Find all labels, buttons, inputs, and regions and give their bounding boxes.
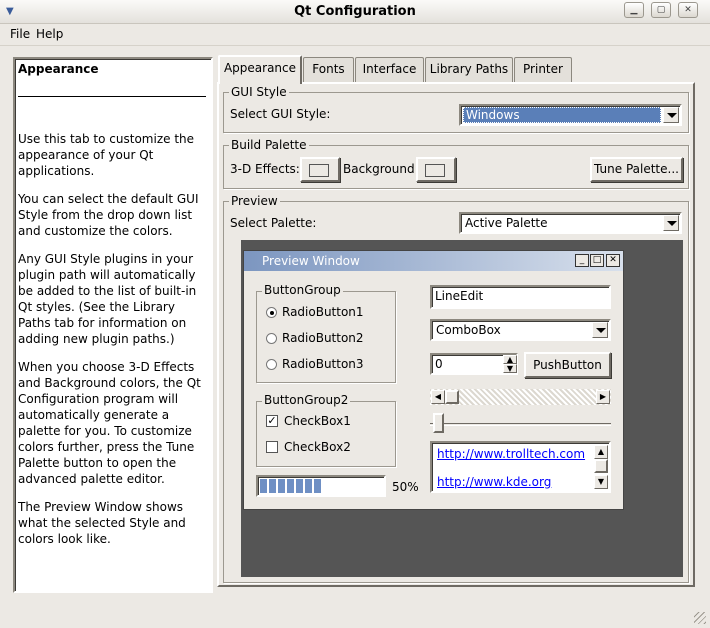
background-color-swatch bbox=[425, 164, 445, 177]
radio-label: RadioButton1 bbox=[282, 305, 364, 319]
slider-handle[interactable] bbox=[433, 413, 444, 433]
gui-style-combo[interactable]: Windows bbox=[459, 104, 682, 126]
spin-box-value: 0 bbox=[435, 357, 443, 371]
effects-color-button[interactable] bbox=[300, 157, 340, 182]
vertical-scrollbar-thumb[interactable] bbox=[594, 459, 608, 473]
menu-bar bbox=[0, 24, 710, 46]
close-icon[interactable]: ✕ bbox=[606, 254, 620, 267]
window-title: Qt Configuration bbox=[294, 4, 416, 19]
select-palette-label: Select Palette: bbox=[230, 216, 317, 230]
checkbox-label: CheckBox1 bbox=[284, 414, 351, 428]
help-paragraph: You can select the default GUI Style fro… bbox=[18, 192, 199, 238]
help-divider bbox=[18, 96, 206, 97]
menu-file[interactable]: File bbox=[10, 27, 30, 41]
combo-box[interactable]: ComboBox bbox=[430, 319, 611, 341]
preview-group-title: Preview bbox=[229, 194, 280, 208]
effects-label: 3-D Effects: bbox=[230, 162, 300, 176]
tab-interface[interactable]: Interface bbox=[355, 57, 424, 82]
chevron-down-icon[interactable] bbox=[663, 107, 679, 123]
link-kde[interactable]: http://www.kde.org bbox=[437, 475, 551, 489]
preview-window: Preview Window _ □ ✕ ButtonGroup RadioBu… bbox=[243, 250, 624, 510]
background-color-button[interactable] bbox=[416, 157, 456, 182]
resize-grip-icon[interactable] bbox=[694, 612, 706, 624]
scroll-left-icon[interactable]: ◀ bbox=[431, 390, 445, 404]
tab-appearance[interactable]: Appearance bbox=[218, 55, 302, 84]
scroll-down-icon[interactable]: ▼ bbox=[594, 475, 608, 489]
preview-window-title: Preview Window bbox=[262, 254, 360, 268]
scroll-up-icon[interactable]: ▲ bbox=[594, 445, 608, 459]
maximize-icon[interactable]: ▢ bbox=[651, 2, 671, 18]
progress-fill bbox=[260, 479, 321, 493]
spin-up-icon[interactable]: ▲ bbox=[503, 355, 517, 364]
push-button[interactable]: PushButton bbox=[524, 352, 611, 378]
radio-button-2[interactable] bbox=[266, 333, 277, 344]
palette-combo[interactable]: Active Palette bbox=[459, 212, 682, 234]
button-group-2 bbox=[256, 401, 396, 467]
help-paragraph: Any GUI Style plugins in your plugin pat… bbox=[18, 252, 197, 346]
tab-fonts[interactable]: Fonts bbox=[303, 57, 354, 82]
tune-palette-button[interactable]: Tune Palette... bbox=[590, 157, 683, 182]
checkbox-label: CheckBox2 bbox=[284, 440, 351, 454]
progress-label: 50% bbox=[392, 480, 419, 494]
maximize-icon[interactable]: □ bbox=[590, 254, 604, 267]
scrollbar-thumb[interactable] bbox=[445, 390, 459, 404]
button-group-2-title: ButtonGroup2 bbox=[262, 393, 351, 407]
tab-printer[interactable]: Printer bbox=[514, 57, 572, 82]
radio-button-1[interactable] bbox=[266, 307, 277, 318]
checkbox-2[interactable] bbox=[266, 441, 278, 453]
help-title: Appearance bbox=[18, 62, 99, 76]
help-paragraph: The Preview Window shows what the select… bbox=[18, 500, 186, 546]
effects-color-swatch bbox=[309, 164, 329, 177]
help-paragraph: When you choose 3-D Effects and Backgrou… bbox=[18, 360, 201, 486]
spin-down-icon[interactable]: ▼ bbox=[503, 364, 517, 373]
menu-help[interactable]: Help bbox=[36, 27, 63, 41]
chevron-down-icon[interactable] bbox=[663, 215, 679, 231]
close-icon[interactable]: ✕ bbox=[678, 2, 698, 18]
scroll-right-icon[interactable]: ▶ bbox=[596, 390, 610, 404]
help-paragraph: Use this tab to customize the appearance… bbox=[18, 132, 195, 178]
gui-style-label: Select GUI Style: bbox=[230, 107, 331, 121]
progress-bar bbox=[256, 475, 386, 497]
tab-library-paths[interactable]: Library Paths bbox=[425, 57, 513, 82]
radio-label: RadioButton3 bbox=[282, 357, 364, 371]
slider-track bbox=[430, 423, 611, 426]
radio-button-3[interactable] bbox=[266, 359, 277, 370]
link-trolltech[interactable]: http://www.trolltech.com bbox=[437, 447, 585, 461]
checkbox-1[interactable]: ✓ bbox=[266, 415, 278, 427]
radio-label: RadioButton2 bbox=[282, 331, 364, 345]
chevron-down-icon[interactable] bbox=[592, 322, 608, 338]
button-group-title: ButtonGroup bbox=[262, 283, 343, 297]
line-edit[interactable]: LineEdit bbox=[430, 285, 611, 309]
combo-box-value: ComboBox bbox=[436, 323, 501, 337]
background-label: Background: bbox=[343, 162, 419, 176]
minimize-icon[interactable]: _ bbox=[575, 254, 589, 267]
gui-style-value: Windows bbox=[463, 107, 661, 123]
palette-value: Active Palette bbox=[465, 216, 548, 230]
minimize-icon[interactable]: ▁ bbox=[624, 2, 644, 18]
gui-style-group-title: GUI Style bbox=[229, 85, 289, 99]
build-palette-group-title: Build Palette bbox=[229, 138, 309, 152]
